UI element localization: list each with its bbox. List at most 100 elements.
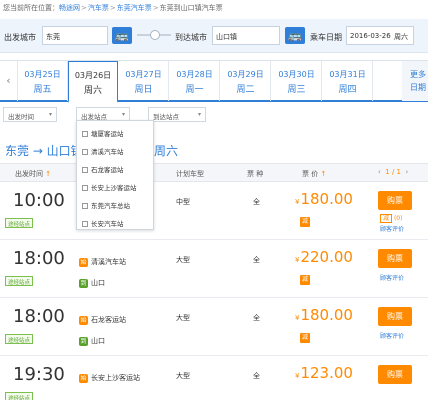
checkbox-icon	[82, 185, 88, 191]
depart-time: 19:30	[13, 364, 65, 385]
date-tab[interactable]: 03月27日 周日	[119, 61, 169, 101]
start-station: 始清溪汽车站	[79, 258, 126, 267]
review-link[interactable]: 顾客评价	[380, 224, 404, 233]
ticket-type: 全	[253, 372, 260, 380]
prev-dates-icon[interactable]: ‹	[0, 61, 18, 101]
arrive-station-select[interactable]: 到达站点 ▾	[148, 107, 206, 122]
date-tab[interactable]: 03月25日 周五	[18, 61, 68, 101]
table-row: 10:00 途经站点 中型 全 ¥180.00 减 购票 减 (0) 顾客评价	[0, 183, 428, 240]
date-tab[interactable]: 03月29日 周二	[221, 61, 271, 101]
breadcrumb-current: 东莞到山口镇汽车票	[159, 4, 223, 12]
checkbox-icon	[82, 131, 88, 137]
bus-type: 大型	[176, 372, 190, 380]
route-weekday: 周六	[154, 144, 179, 158]
th-bus: 计划车型	[176, 170, 204, 178]
date-tab[interactable]: 03月28日 周一	[170, 61, 220, 101]
bus-icon[interactable]: 🚌	[112, 27, 132, 44]
start-tag-icon: 始	[79, 374, 88, 383]
pager-next-icon[interactable]: ›	[405, 168, 408, 176]
buy-button[interactable]: 购票	[378, 191, 412, 210]
bus-type: 大型	[176, 314, 190, 322]
depart-time: 10:00	[13, 190, 65, 211]
station-option[interactable]: 东莞汽车总站	[82, 200, 130, 210]
bus-type: 大型	[176, 256, 190, 264]
ticket-price: ¥180.00	[295, 306, 353, 324]
via-stations-link[interactable]: 途经站点	[5, 218, 34, 228]
sort-arrow-icon: ↑	[320, 170, 327, 178]
search-bar: 出发城市 东莞 🚌 到达城市 山口镇 🚌 乘车日期 2016-03-26 周六	[0, 19, 428, 53]
pager: ‹ 1 / 1 ›	[378, 168, 409, 176]
breadcrumb-link-home[interactable]: 畅途网	[59, 4, 80, 12]
bus-type: 中型	[176, 198, 190, 206]
station-dropdown: 塘厦客运站 清溪汽车站 石龙客运站 长安上沙客运站 东莞汽车总站 长安汽车站	[76, 120, 154, 230]
from-city-label: 出发城市	[4, 33, 36, 42]
station-option[interactable]: 长安汽车站	[82, 218, 124, 228]
swap-dot-icon[interactable]	[150, 30, 160, 40]
table-row: 19:30 途经站点 始长安上沙客运站 大型 全 ¥123.00 购票	[0, 357, 428, 400]
ticket-price: ¥220.00	[295, 248, 353, 266]
start-tag-icon: 始	[79, 258, 88, 267]
via-stations-link[interactable]: 途经站点	[5, 392, 34, 400]
chevron-down-icon: ▾	[197, 111, 201, 118]
ticket-price: ¥180.00	[295, 190, 353, 208]
from-city-input[interactable]: 东莞	[42, 26, 108, 45]
to-city-input[interactable]: 山口镇	[212, 26, 280, 45]
station-option[interactable]: 石龙客运站	[82, 164, 124, 174]
th-ticket: 票 种	[247, 170, 264, 178]
start-station: 始石龙客运站	[79, 316, 126, 325]
discount-badge: 减	[300, 217, 310, 227]
discount-badge: 减	[300, 333, 310, 343]
start-tag-icon: 始	[79, 316, 88, 325]
end-station: 到山口	[79, 279, 105, 288]
buy-button[interactable]: 购票	[378, 249, 412, 268]
date-weekday: 周六	[394, 33, 408, 41]
review-link[interactable]: 顾客评价	[380, 331, 404, 340]
station-option[interactable]: 长安上沙客运站	[82, 182, 137, 192]
via-stations-link[interactable]: 途经站点	[5, 276, 34, 286]
end-tag-icon: 到	[79, 337, 88, 346]
depart-time-select[interactable]: 出发时间 ▾	[3, 107, 57, 122]
breadcrumb-link-city[interactable]: 东莞汽车票	[117, 4, 152, 12]
bus-icon-2[interactable]: 🚌	[285, 27, 305, 44]
date-tab-active[interactable]: 03月26日 周六	[68, 61, 118, 103]
route-title: 东莞 → 山口镇	[5, 144, 83, 158]
th-price[interactable]: 票 价 ↑	[302, 169, 326, 179]
buy-button[interactable]: 购票	[378, 307, 412, 326]
checkbox-icon	[82, 167, 88, 173]
date-tab[interactable]: 03月30日 周三	[272, 61, 322, 101]
ticket-type: 全	[253, 198, 260, 206]
date-selector: ‹ 03月25日 周五 03月26日 周六 03月27日 周日 03月28日 周一 03…	[0, 60, 428, 103]
table-row: 18:00 途经站点 始石龙客运站 到山口 大型 全 ¥180.00 减 购票 …	[0, 299, 428, 356]
review-link[interactable]: 顾客评价	[380, 273, 404, 282]
breadcrumb-link-bus[interactable]: 汽车票	[88, 4, 109, 12]
date-label: 乘车日期	[310, 33, 342, 42]
swap-connector	[137, 30, 171, 40]
more-dates-button[interactable]: 更多 日期	[402, 61, 428, 101]
station-option[interactable]: 塘厦客运站	[82, 128, 124, 138]
ticket-type: 全	[253, 314, 260, 322]
breadcrumb: 您当前所在位置：畅途网>汽车票>东莞汽车票>东莞到山口镇汽车票	[3, 4, 223, 12]
ticket-price: ¥123.00	[295, 364, 353, 382]
table-header: 出发时间 ↑ 计划车型 票 种 票 价 ↑ ‹ 1 / 1 ›	[0, 163, 428, 182]
depart-time: 18:00	[13, 248, 65, 269]
date-tab[interactable]: 03月31日 周四	[323, 61, 373, 101]
filter-bar: 出发时间 ▾ 出发站点 ▾ 到达站点 ▾	[0, 104, 428, 124]
station-option[interactable]: 清溪汽车站	[82, 146, 124, 156]
breadcrumb-prefix: 您当前所在位置：	[3, 4, 59, 12]
coupon-badge[interactable]: 减 (0)	[380, 213, 402, 223]
th-time[interactable]: 出发时间 ↑	[15, 169, 51, 179]
end-tag-icon: 到	[79, 279, 88, 288]
chevron-down-icon: ▾	[121, 111, 125, 118]
start-station: 始长安上沙客运站	[79, 374, 140, 383]
table-row: 18:00 途经站点 始清溪汽车站 到山口 大型 全 ¥220.00 减 购票 …	[0, 241, 428, 298]
checkbox-icon	[82, 203, 88, 209]
checkbox-icon	[82, 149, 88, 155]
sort-arrow-icon: ↑	[45, 170, 52, 178]
ticket-type: 全	[253, 256, 260, 264]
pager-prev-icon[interactable]: ‹	[378, 168, 381, 176]
buy-button[interactable]: 购票	[378, 365, 412, 384]
discount-badge: 减	[300, 275, 310, 285]
depart-time: 18:00	[13, 306, 65, 327]
via-stations-link[interactable]: 途经站点	[5, 334, 34, 344]
chevron-down-icon: ▾	[48, 111, 52, 118]
